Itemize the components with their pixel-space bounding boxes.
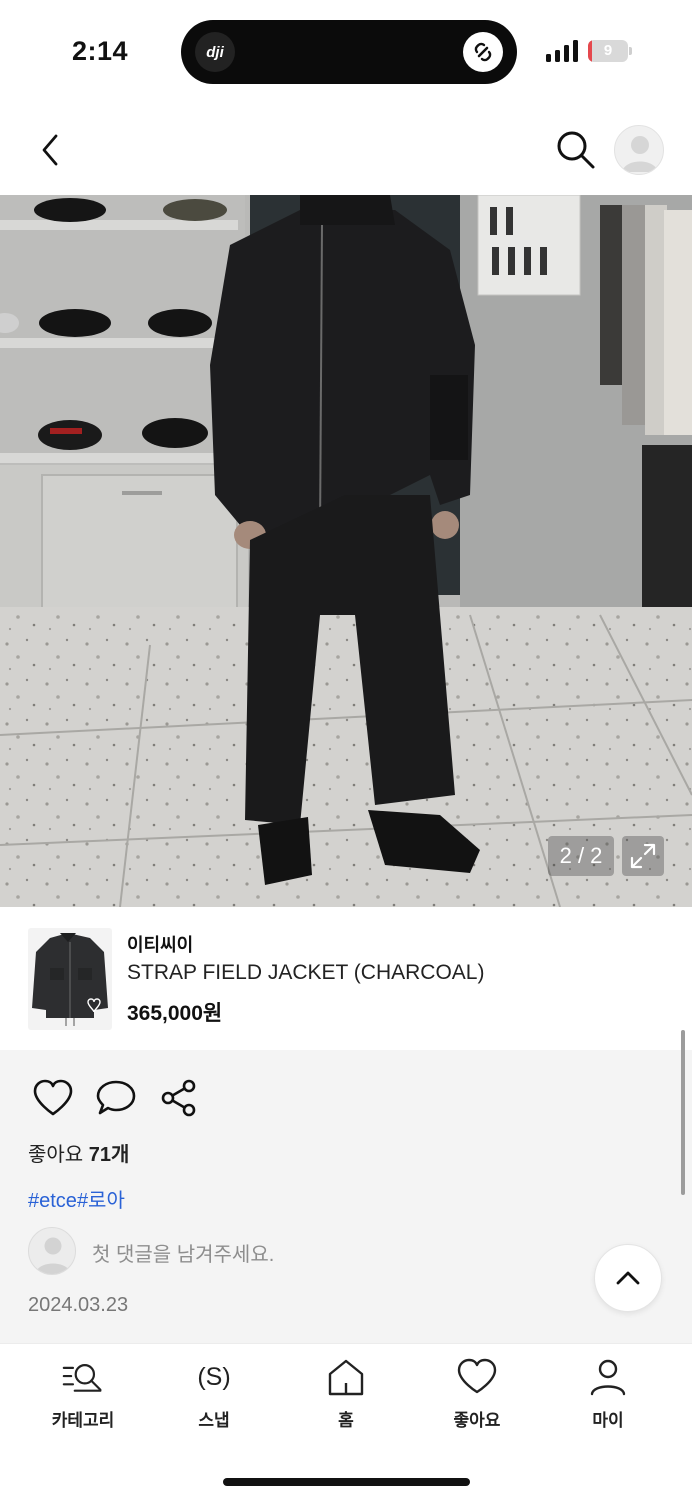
tab-category[interactable]: 카테고리 — [33, 1356, 133, 1436]
user-avatar-icon — [35, 1237, 71, 1274]
tab-likes-label: 좋아요 — [453, 1411, 501, 1430]
profile-avatar-button[interactable] — [614, 125, 664, 175]
svg-text:(S): (S) — [197, 1363, 230, 1391]
heart-tab-icon — [457, 1358, 497, 1394]
likes-count[interactable]: 좋아요 71개 — [28, 1138, 129, 1167]
battery-icon: 9 — [588, 40, 632, 62]
category-search-icon — [62, 1364, 102, 1392]
hashtag-roa[interactable]: #로아 — [77, 1190, 125, 1212]
hashtag-list: #etce#로아 — [28, 1184, 125, 1213]
scrollbar[interactable] — [681, 1030, 685, 1195]
photo-page-counter: 2 / 2 — [548, 836, 614, 876]
status-bar: 2:14 dji 9 — [0, 0, 692, 100]
dynamic-island: dji — [181, 20, 517, 84]
heart-icon — [33, 1079, 73, 1116]
home-icon — [328, 1359, 364, 1396]
post-date: 2024.03.23 — [28, 1294, 129, 1316]
likes-label: 좋아요 — [28, 1144, 84, 1166]
photo-illustration — [0, 195, 692, 907]
person-icon — [590, 1359, 626, 1396]
signal-icon — [546, 40, 578, 62]
tab-category-label: 카테고리 — [51, 1411, 115, 1430]
top-nav — [0, 100, 692, 195]
product-brand[interactable]: 이티씨이 — [127, 931, 193, 957]
back-chevron-icon — [42, 134, 58, 166]
expand-icon — [630, 843, 656, 869]
jacket-thumbnail-image — [32, 933, 108, 1026]
battery-level: 9 — [603, 42, 613, 59]
product-thumbnail[interactable] — [28, 928, 112, 1030]
product-photo[interactable]: 2 / 2 — [0, 195, 692, 907]
chevron-up-icon — [616, 1271, 640, 1285]
tab-likes[interactable]: 좋아요 — [427, 1356, 527, 1436]
bottom-tab-bar: 카테고리 (S) 스냅 홈 좋아요 마이 — [0, 1343, 692, 1500]
tab-home[interactable]: 홈 — [296, 1356, 396, 1436]
product-name[interactable]: STRAP FIELD JACKET (CHARCOAL) — [127, 961, 484, 985]
product-price: 365,000원 — [127, 1002, 223, 1025]
dji-logo: dji — [195, 32, 235, 72]
search-button[interactable] — [552, 126, 598, 172]
tab-snap-label: 스냅 — [198, 1411, 230, 1430]
tab-snap[interactable]: (S) 스냅 — [164, 1356, 264, 1436]
comment-icon — [96, 1080, 136, 1115]
share-icon — [161, 1079, 196, 1117]
link-icon — [463, 32, 503, 72]
back-button[interactable] — [30, 128, 70, 172]
comment-input[interactable]: 첫 댓글을 남겨주세요. — [92, 1238, 274, 1267]
share-button[interactable] — [160, 1078, 198, 1118]
tab-my-label: 마이 — [592, 1411, 624, 1430]
like-button[interactable] — [32, 1078, 74, 1118]
comment-button[interactable] — [95, 1078, 137, 1118]
snap-icon: (S) — [197, 1363, 230, 1391]
scroll-to-top-button[interactable] — [594, 1244, 662, 1312]
hashtag-etce[interactable]: #etce — [28, 1190, 77, 1212]
tab-home-label: 홈 — [338, 1411, 354, 1430]
profile-avatar-icon — [622, 136, 658, 172]
search-icon — [557, 131, 595, 169]
comment-avatar — [28, 1227, 76, 1275]
home-indicator[interactable] — [223, 1478, 470, 1486]
tab-my[interactable]: 마이 — [558, 1356, 658, 1436]
status-time: 2:14 — [72, 36, 129, 66]
post-social-section: 좋아요 71개 #etce#로아 첫 댓글을 남겨주세요. 2024.03.23 — [0, 1050, 692, 1343]
likes-number: 71개 — [88, 1144, 130, 1166]
expand-photo-button[interactable] — [622, 836, 664, 876]
tagged-product[interactable]: 이티씨이 STRAP FIELD JACKET (CHARCOAL) 365,0… — [0, 907, 692, 1050]
